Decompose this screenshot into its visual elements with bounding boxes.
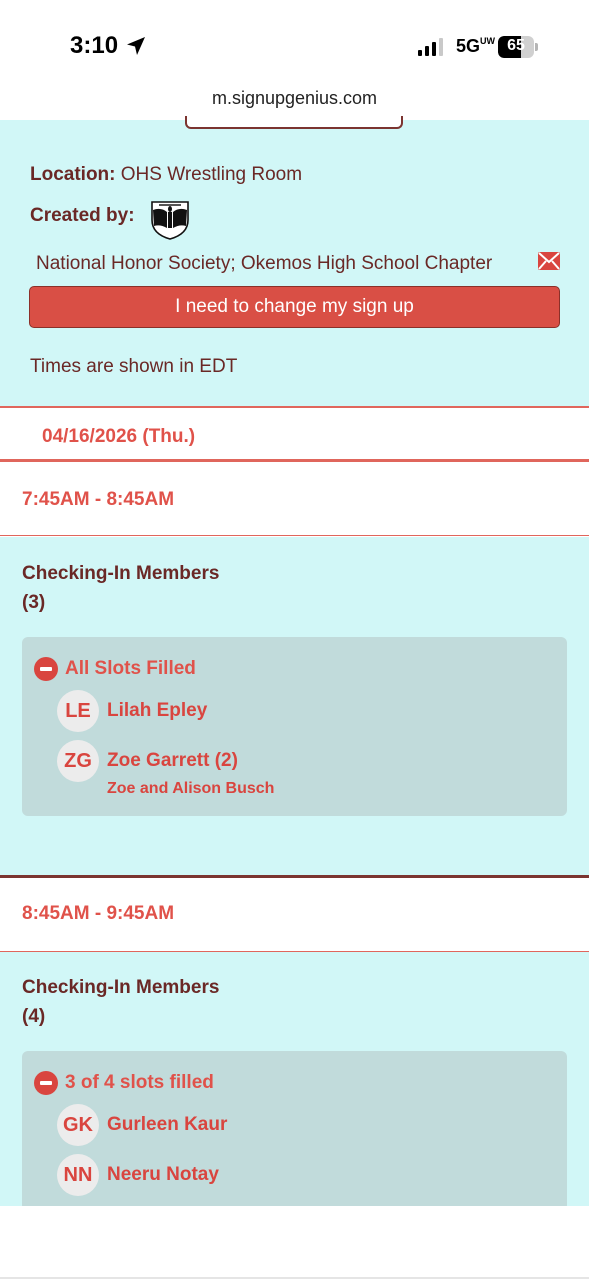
avatar: LE bbox=[57, 690, 99, 732]
nhs-logo-icon bbox=[151, 201, 189, 240]
avatar: NN bbox=[57, 1154, 99, 1196]
battery-icon: 65 bbox=[498, 36, 538, 58]
slot-title: Checking-In Members (4) bbox=[22, 977, 220, 1027]
created-by-label: Created by: bbox=[30, 205, 135, 226]
time-slot-header: 7:45AM - 8:45AM bbox=[0, 462, 589, 536]
person-note: Zoe and Alison Busch bbox=[107, 780, 275, 797]
time-slot-header: 8:45AM - 9:45AM bbox=[0, 878, 589, 952]
status-bar: 3:10 5GUW 65 bbox=[0, 0, 589, 88]
person-name: Lilah Epley bbox=[107, 700, 208, 721]
time-range: 8:45AM - 9:45AM bbox=[22, 903, 175, 924]
list-item: LE Lilah Epley bbox=[57, 690, 207, 732]
location-arrow-icon bbox=[127, 37, 145, 55]
list-item: GK Gurleen Kaur bbox=[57, 1104, 227, 1146]
slot-section: Checking-In Members (3) All Slots Filled… bbox=[0, 537, 589, 875]
person-name: Zoe Garrett (2) bbox=[107, 750, 238, 771]
list-item: NN Neeru Notay bbox=[57, 1154, 219, 1196]
minus-circle-icon[interactable] bbox=[34, 657, 58, 681]
slot-signups: 3 of 4 slots filled GK Gurleen Kaur NN N… bbox=[22, 1051, 567, 1211]
home-indicator-line bbox=[0, 1277, 589, 1279]
time-range: 7:45AM - 8:45AM bbox=[22, 489, 175, 510]
location-line: Location: OHS Wrestling Room bbox=[30, 164, 302, 186]
date-label: 04/16/2026 (Thu.) bbox=[42, 426, 196, 447]
person-name: Gurleen Kaur bbox=[107, 1114, 228, 1135]
slot-status[interactable]: 3 of 4 slots filled bbox=[34, 1071, 214, 1095]
location-value: OHS Wrestling Room bbox=[120, 164, 303, 185]
battery-level: 65 bbox=[507, 37, 525, 54]
browser-toolbar-area bbox=[0, 1206, 589, 1280]
slot-signups: All Slots Filled LE Lilah Epley ZG Zoe G… bbox=[22, 637, 567, 816]
list-item: ZG Zoe Garrett (2) bbox=[57, 740, 238, 782]
timezone-note: Times are shown in EDT bbox=[30, 356, 238, 377]
date-header: 04/16/2026 (Thu.) bbox=[0, 406, 589, 462]
slot-section: Checking-In Members (4) 3 of 4 slots fil… bbox=[0, 952, 589, 1211]
minus-circle-icon[interactable] bbox=[34, 1071, 58, 1095]
mail-icon[interactable] bbox=[538, 252, 560, 270]
network-label: 5GUW bbox=[456, 36, 496, 56]
signal-icon bbox=[418, 38, 443, 56]
location-label: Location: bbox=[30, 164, 116, 185]
slot-title: Checking-In Members (3) bbox=[22, 563, 220, 613]
avatar: GK bbox=[57, 1104, 99, 1146]
organization-name: National Honor Society; Okemos High Scho… bbox=[36, 253, 493, 274]
status-time: 3:10 bbox=[70, 32, 119, 59]
slot-status[interactable]: All Slots Filled bbox=[34, 657, 196, 681]
person-name: Neeru Notay bbox=[107, 1164, 219, 1185]
partial-button[interactable] bbox=[185, 116, 403, 129]
created-by-line: Created by: bbox=[30, 205, 135, 227]
avatar: ZG bbox=[57, 740, 99, 782]
change-signup-button[interactable]: I need to change my sign up bbox=[29, 286, 560, 328]
